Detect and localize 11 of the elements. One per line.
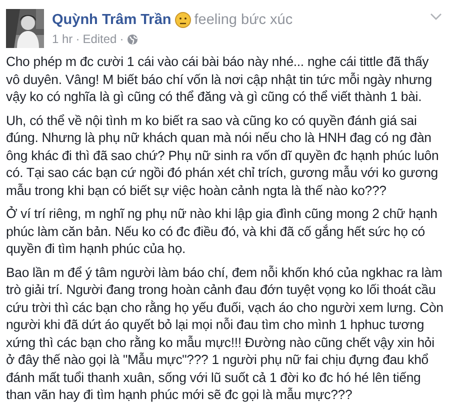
feeling-text: feeling bức xúc	[194, 12, 293, 28]
post-paragraph: Bao lần m để ý tâm người làm báo chí, đem nỗi khốn khó của ngkhac ra làm trò giải trí. Người đang trong hoàn cảnh đau đớn tuyệt vọng ko lối thoát cầu cứu trời thì các bạn cho rằng họ yếu đuối, vạch áo cho người xem lưng. Còn người khi đã dứt áo quyết bỏ lại mọi nỗi đau tìm cho mình 1 hphuc tương xứng thì các bạn cho rằng ko mẫu mực!!! Đường nào cũng chết vậy xin hỏi ở đây thế nào gọi là "Mẫu mực"??? 1 người phụ nữ fai chịu đựng đau khổ đánh mất tuổi thanh xuân, sống với lũ suốt cả 1 đời ko đc hó hé lên tiếng than vãn hay đi tìm hạnh phúc mới sẽ đc gọi là mẫu mực???	[6, 264, 444, 404]
globe-icon	[126, 34, 138, 44]
post-meta: Edited	[82, 32, 117, 46]
post-paragraph: Cho phép m đc cười 1 cái vào cái bài báo này nhé... nghe cái tittle đã thấy vô duyên. Vâng! M biết báo chí vốn là nơi cập nhật tin tức mỗi ngày nhưng vậy ko có nghĩa là gì cũng có thể đăng và gì cũng có thể viết thành 1 bài.	[6, 53, 433, 106]
separator: ·	[76, 32, 80, 46]
author-name[interactable]: Quỳnh Trâm Trần	[52, 12, 172, 28]
post-paragraph: Ở ví trí riêng, m nghĩ ng phụ nữ nào khi lập gia đình cũng mong 2 chữ hạnh phúc làm căn bản. Nếu ko có đc điều đó, và khi đã cố gắng hết sức họ có quyền đi tìm hạnh phúc của họ.	[6, 205, 438, 258]
separator: ·	[120, 32, 124, 46]
emoji-icon	[175, 12, 192, 28]
post-paragraph: Uh, có thể về nội tình m ko biết ra sao và cũng ko có quyền đánh giá sai đúng. Nhưng là phụ nữ khách quan mà nói nếu cho là HNH đag có ng đàn ông khác đi thì đã sao chứ? Phụ nữ sinh ra vốn dĩ quyền đc hạnh phúc luôn có. Tại sao các bạn cứ ngồi đó phán xét chỉ trích, gương mẫu với ko gương mẫu trong khi bạn có biết sự việc hoàn cảnh ngta là thế nào ko???	[6, 112, 440, 199]
